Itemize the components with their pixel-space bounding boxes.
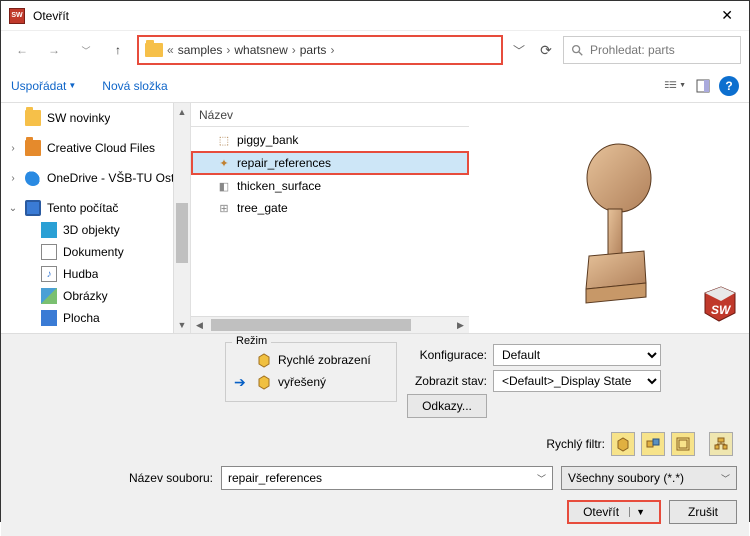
cube-icon — [256, 374, 272, 390]
open-split-icon[interactable]: ▼ — [629, 507, 645, 517]
preview-pane: SW — [469, 103, 749, 333]
search-input[interactable]: Prohledat: parts — [563, 36, 741, 64]
view-list-button[interactable]: ▼ — [663, 75, 687, 97]
sidebar: SW novinky ›Creative Cloud Files ›OneDri… — [1, 103, 191, 333]
chevron-right-icon: › — [292, 43, 296, 57]
breadcrumb-samples[interactable]: samples — [178, 43, 223, 57]
cube-icon — [256, 352, 272, 368]
search-placeholder: Prohledat: parts — [590, 43, 675, 57]
scroll-left-icon[interactable]: ◀ — [191, 317, 208, 333]
file-row[interactable]: ◧thicken_surface — [191, 175, 469, 197]
pictures-icon — [41, 288, 57, 304]
sidebar-item-onedrive[interactable]: ›OneDrive - VŠB-TU Ost — [1, 167, 190, 189]
history-dropdown-icon[interactable]: ﹀ — [73, 37, 99, 63]
part-icon: ⊞ — [217, 201, 231, 215]
config-label: Konfigurace: — [405, 348, 487, 362]
refresh-button[interactable]: ⟳ — [535, 39, 557, 61]
chevron-right-icon[interactable]: › — [7, 173, 19, 184]
up-button[interactable]: ↑ — [105, 37, 131, 63]
sidebar-scrollbar[interactable]: ▲ ▼ — [173, 103, 190, 333]
breadcrumb-overflow[interactable]: « — [167, 43, 174, 57]
filter-assemblies-button[interactable] — [641, 432, 665, 456]
displaystate-label: Zobrazit stav: — [405, 374, 487, 388]
forward-button[interactable]: → — [41, 37, 67, 63]
part-icon: ✦ — [217, 156, 231, 170]
open-button[interactable]: Otevřít▼ — [567, 500, 661, 524]
scroll-up-icon[interactable]: ▲ — [174, 103, 190, 120]
arrow-right-icon: ➔ — [234, 374, 250, 391]
filter-parts-button[interactable] — [611, 432, 635, 456]
cloud-icon — [25, 170, 41, 186]
help-button[interactable]: ? — [719, 76, 739, 96]
document-icon — [41, 244, 57, 260]
scroll-right-icon[interactable]: ▶ — [452, 317, 469, 333]
location-dropdown-icon[interactable]: ﹀ — [509, 42, 529, 59]
cancel-button[interactable]: Zrušit — [669, 500, 737, 524]
sidebar-item-documents[interactable]: Dokumenty — [1, 241, 190, 263]
preview-thumbnail — [534, 123, 684, 313]
pc-icon — [25, 200, 41, 216]
file-row[interactable]: ⬚piggy_bank — [191, 129, 469, 151]
sidebar-item-creativecloud[interactable]: ›Creative Cloud Files — [1, 137, 190, 159]
desktop-icon — [41, 310, 57, 326]
solidworks-logo-icon: SW — [699, 283, 739, 323]
filter-toplevel-button[interactable] — [709, 432, 733, 456]
filelist-scrollbar[interactable]: ◀ ▶ — [191, 316, 469, 333]
column-header-name[interactable]: Název — [191, 103, 469, 127]
mode-legend: Režim — [232, 335, 271, 347]
chevron-down-icon[interactable]: ﹀ — [537, 472, 546, 485]
app-icon: SW — [9, 8, 25, 24]
search-icon — [570, 43, 584, 57]
filename-input[interactable]: repair_references﹀ — [221, 466, 553, 490]
chevron-right-icon: › — [226, 43, 230, 57]
chevron-down-icon: ▼ — [68, 81, 76, 90]
folder-icon — [25, 140, 41, 156]
sidebar-item-3dobjects[interactable]: 3D objekty — [1, 219, 190, 241]
scroll-down-icon[interactable]: ▼ — [174, 316, 190, 333]
breadcrumb[interactable]: « samples › whatsnew › parts › — [137, 35, 503, 65]
filename-label: Název souboru: — [13, 471, 213, 485]
folder-icon — [145, 43, 163, 57]
displaystate-select[interactable]: <Default>_Display State — [493, 370, 661, 392]
sidebar-item-pictures[interactable]: Obrázky — [1, 285, 190, 307]
file-list: Název ⬚piggy_bank ✦repair_references ◧th… — [191, 103, 469, 333]
music-icon: ♪ — [41, 266, 57, 282]
filetype-select[interactable]: Všechny soubory (*.*)﹀ — [561, 466, 737, 490]
part-icon: ⬚ — [217, 133, 231, 147]
sidebar-item-thispc[interactable]: ⌄Tento počítač — [1, 197, 190, 219]
chevron-down-icon[interactable]: ⌄ — [7, 203, 19, 214]
breadcrumb-whatsnew[interactable]: whatsnew — [234, 43, 287, 57]
mode-resolved[interactable]: ➔vyřešený — [234, 371, 388, 393]
window-title: Otevřít — [33, 9, 713, 23]
sidebar-item-desktop[interactable]: Plocha — [1, 307, 190, 329]
file-row[interactable]: ⊞tree_gate — [191, 197, 469, 219]
organize-button[interactable]: Uspořádat ▼ — [11, 79, 76, 93]
new-folder-button[interactable]: Nová složka — [102, 79, 167, 93]
quickfilter-label: Rychlý filtr: — [546, 437, 605, 451]
file-row-selected[interactable]: ✦repair_references — [191, 151, 469, 175]
filter-drawings-button[interactable] — [671, 432, 695, 456]
chevron-down-icon[interactable]: ﹀ — [721, 472, 730, 485]
folder-icon — [25, 110, 41, 126]
close-icon[interactable]: ✕ — [713, 7, 741, 24]
scroll-thumb[interactable] — [211, 319, 411, 331]
sidebar-item-music[interactable]: ♪Hudba — [1, 263, 190, 285]
back-button[interactable]: ← — [9, 37, 35, 63]
scroll-thumb[interactable] — [176, 203, 188, 263]
breadcrumb-parts[interactable]: parts — [300, 43, 327, 57]
sidebar-item-swnovinky[interactable]: SW novinky — [1, 107, 190, 129]
chevron-right-icon[interactable]: › — [7, 143, 19, 154]
references-button[interactable]: Odkazy... — [407, 394, 487, 418]
preview-pane-button[interactable] — [691, 75, 715, 97]
mode-quickview[interactable]: Rychlé zobrazení — [234, 349, 388, 371]
mode-group: Režim Rychlé zobrazení ➔vyřešený — [225, 342, 397, 402]
svg-text:SW: SW — [711, 303, 732, 317]
objects-icon — [41, 222, 57, 238]
chevron-right-icon: › — [330, 43, 334, 57]
part-icon: ◧ — [217, 179, 231, 193]
config-select[interactable]: Default — [493, 344, 661, 366]
